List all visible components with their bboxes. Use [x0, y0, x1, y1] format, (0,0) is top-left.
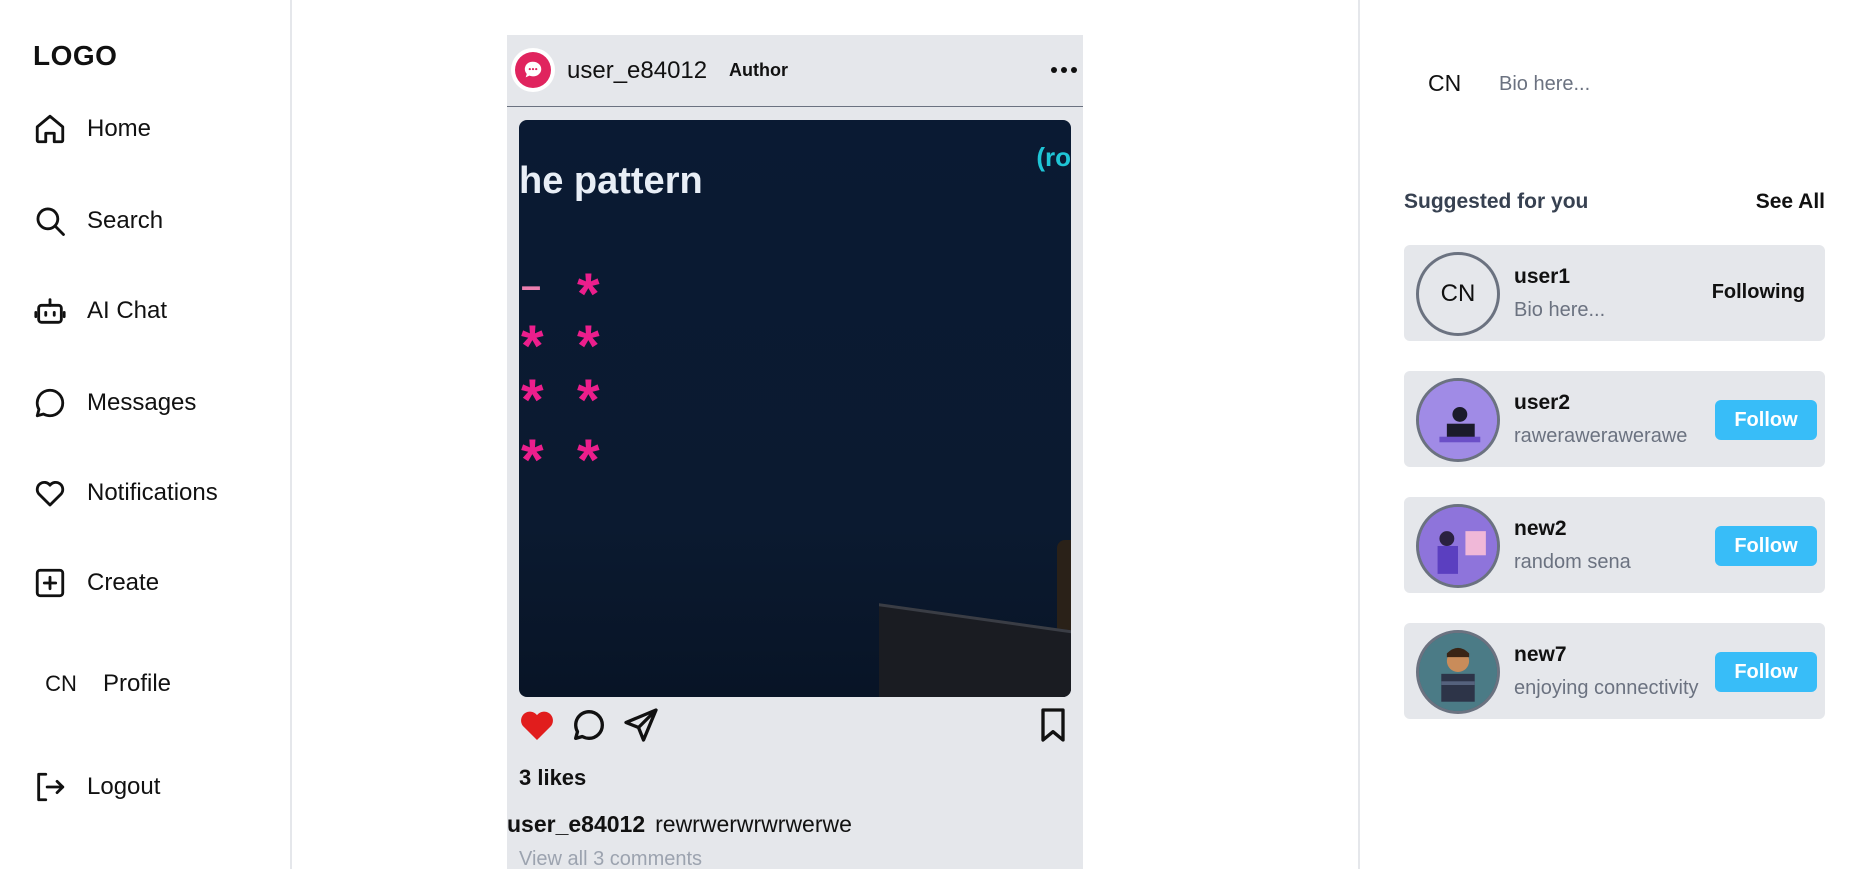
- media-star: *: [577, 368, 600, 433]
- view-comments-link[interactable]: View all 3 comments: [519, 848, 702, 871]
- bookmark-icon: [1041, 708, 1065, 742]
- home-icon: [35, 114, 65, 144]
- follow-button[interactable]: Follow: [1715, 400, 1817, 440]
- media-star: *: [521, 428, 544, 493]
- heart-filled-icon: [521, 711, 553, 740]
- post-actions: [507, 705, 1083, 755]
- message-icon: [35, 388, 65, 418]
- comment-icon: [574, 710, 604, 740]
- sidebar-item-home[interactable]: Home: [33, 112, 151, 146]
- suggestion-card: new7 enjoying connectivity Follow: [1404, 623, 1825, 719]
- sidebar-item-create[interactable]: Create: [33, 566, 159, 600]
- sidebar-item-notifications[interactable]: Notifications: [33, 476, 218, 510]
- likes-count: 3 likes: [519, 765, 587, 790]
- suggestion-username[interactable]: new2: [1514, 517, 1567, 541]
- post-username[interactable]: user_e84012: [567, 57, 707, 85]
- logout-icon: [37, 772, 65, 802]
- sidebar-item-label: Notifications: [87, 479, 218, 506]
- media-dash: –: [521, 265, 542, 306]
- sidebar-item-label: Profile: [103, 670, 172, 697]
- suggestion-bio: random sena: [1514, 551, 1631, 573]
- sidebar-item-label: AI Chat: [87, 297, 168, 324]
- media-star: *: [577, 428, 600, 493]
- suggestion-card: user2 rawerawerawerawe Follow: [1404, 371, 1825, 467]
- sidebar-item-label: Logout: [87, 773, 161, 800]
- suggestion-bio: Bio here...: [1514, 299, 1606, 321]
- comment-button[interactable]: [569, 705, 609, 745]
- caption-username[interactable]: user_e84012: [507, 811, 645, 837]
- sidebar-item-label: Search: [87, 207, 164, 234]
- media-laptop: [879, 603, 1071, 697]
- suggested-title: Suggested for you: [1404, 190, 1589, 213]
- save-button[interactable]: [1033, 705, 1073, 745]
- post-author-avatar[interactable]: [511, 48, 555, 92]
- media-headline: he pattern: [519, 160, 703, 202]
- post-header: user_e84012 Author: [507, 35, 1083, 107]
- search-icon: [36, 207, 65, 236]
- author-badge: Author: [729, 60, 788, 80]
- suggestion-card: CN user1 Bio here... Following: [1404, 245, 1825, 341]
- sidebar-item-search[interactable]: Search: [33, 204, 163, 238]
- suggestion-bio: rawerawerawerawe: [1514, 425, 1688, 447]
- right-panel: CN Bio here... Suggested for you See All…: [1362, 0, 1849, 869]
- more-options-icon[interactable]: [1047, 55, 1081, 85]
- avatar[interactable]: CN: [1428, 70, 1461, 97]
- follow-button[interactable]: Follow: [1715, 652, 1817, 692]
- caption-text: rewrwerwrwrwerwe: [655, 811, 852, 837]
- plus-square-icon: [35, 568, 65, 598]
- sidebar-item-label: Messages: [87, 389, 197, 416]
- share-button[interactable]: [621, 705, 661, 745]
- avatar[interactable]: [1416, 378, 1500, 462]
- chat-bubble-icon: [515, 52, 551, 88]
- heart-icon: [35, 480, 65, 507]
- sidebar-item-ai-chat[interactable]: AI Chat: [33, 294, 167, 328]
- robot-icon: [34, 298, 66, 324]
- following-button[interactable]: Following: [1712, 281, 1805, 304]
- post-caption: user_e84012 rewrwerwrwrwerwe: [507, 811, 852, 838]
- suggestion-username[interactable]: user2: [1514, 391, 1570, 415]
- send-icon: [624, 708, 658, 742]
- sidebar-item-label: Create: [87, 569, 160, 596]
- sidebar-item-label: Home: [87, 115, 152, 142]
- suggestion-username[interactable]: new7: [1514, 643, 1567, 667]
- media-star: *: [521, 368, 544, 433]
- avatar[interactable]: [1416, 630, 1500, 714]
- suggestion-username[interactable]: user1: [1514, 265, 1570, 289]
- avatar[interactable]: [1416, 504, 1500, 588]
- post-card: user_e84012 Author (ro he pattern – * * …: [507, 35, 1083, 871]
- logo: LOGO: [33, 40, 118, 71]
- my-bio: Bio here...: [1499, 73, 1591, 95]
- suggestion-card: new2 random sena Follow: [1404, 497, 1825, 593]
- avatar[interactable]: CN: [1416, 252, 1500, 336]
- avatar: CN: [45, 671, 77, 696]
- suggestion-bio: enjoying connectivity: [1514, 677, 1699, 699]
- like-button[interactable]: [517, 705, 557, 745]
- sidebar: LOGO Home Search AI Chat Messages Notifi…: [0, 0, 292, 869]
- media-corner-text: (ro: [1036, 142, 1071, 172]
- follow-button[interactable]: Follow: [1715, 526, 1817, 566]
- sidebar-item-logout[interactable]: Logout: [33, 770, 160, 804]
- see-all-link[interactable]: See All: [1756, 190, 1825, 214]
- sidebar-item-messages[interactable]: Messages: [33, 386, 196, 420]
- post-media[interactable]: (ro he pattern – * * * * * * *: [519, 120, 1071, 697]
- sidebar-item-profile[interactable]: CN Profile: [33, 670, 171, 698]
